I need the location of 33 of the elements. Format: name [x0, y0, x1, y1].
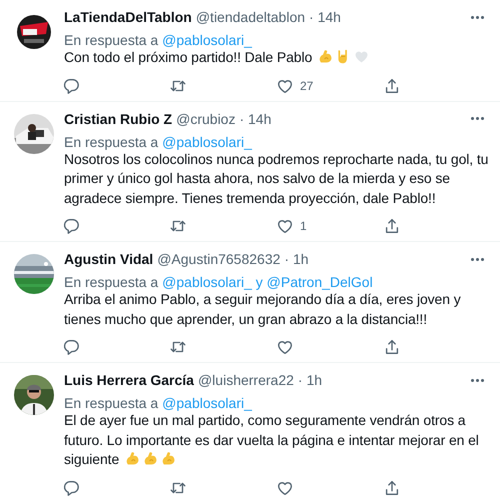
- user-name[interactable]: Luis Herrera García: [64, 371, 194, 389]
- timestamp: · 14h: [239, 110, 272, 128]
- tweet-text: Nosotros los colocolinos nunca podremos reprocharte nada, tu gol, tu primer y único gol hasta ahora, nos salvo de la mierda y eso se agradece siempre. Tienes tremenda proyección, dale Pablo!!: [64, 150, 490, 208]
- like-count: 27: [300, 78, 314, 92]
- user-handle: @luisherrera22: [198, 371, 294, 389]
- share-icon[interactable]: [383, 478, 401, 496]
- reply-label: En respuesta a: [64, 32, 158, 48]
- like-icon[interactable]: [276, 217, 294, 235]
- user-handle: @Agustin76582632: [157, 250, 280, 268]
- reply-icon[interactable]: [62, 478, 80, 496]
- user-name[interactable]: LaTiendaDelTablon: [64, 8, 192, 26]
- share-icon[interactable]: [383, 217, 401, 235]
- timestamp: · 1h: [298, 371, 322, 389]
- reply-label: En respuesta a: [64, 274, 158, 290]
- tweet-text: Arriba el animo Pablo, a seguir mejorando día a día, eres joven y tienes mucho que aprender, un gran abrazo a la distancia!!!: [64, 290, 462, 329]
- reply-label: En respuesta a: [64, 395, 158, 411]
- flexed-arm-icon: [124, 450, 141, 467]
- reply-icon[interactable]: [62, 217, 80, 235]
- timestamp: · 1h: [284, 250, 309, 268]
- reply-icon[interactable]: [62, 338, 80, 356]
- like-icon[interactable]: [276, 338, 294, 356]
- user-name[interactable]: Agustin Vidal: [64, 250, 154, 268]
- tweet-text: Con todo el próximo partido!! Dale Pablo: [64, 48, 490, 68]
- share-icon[interactable]: [383, 76, 401, 94]
- reply-icon[interactable]: [62, 76, 80, 94]
- tweet-text: El de ayer fue un mal partido, como seguramente vendrán otros a futuro. Lo importante es dar vuelta la página e intentar mejorar en el siguiente: [64, 411, 480, 469]
- like-count: 1: [300, 219, 307, 233]
- reply-label: En respuesta a: [64, 134, 158, 150]
- user-handle: @tiendadeltablon: [196, 8, 306, 26]
- user-handle: @crubioz: [176, 110, 236, 128]
- timestamp: · 14h: [309, 8, 341, 26]
- user-name[interactable]: Cristian Rubio Z: [64, 110, 172, 128]
- share-icon[interactable]: [383, 338, 401, 356]
